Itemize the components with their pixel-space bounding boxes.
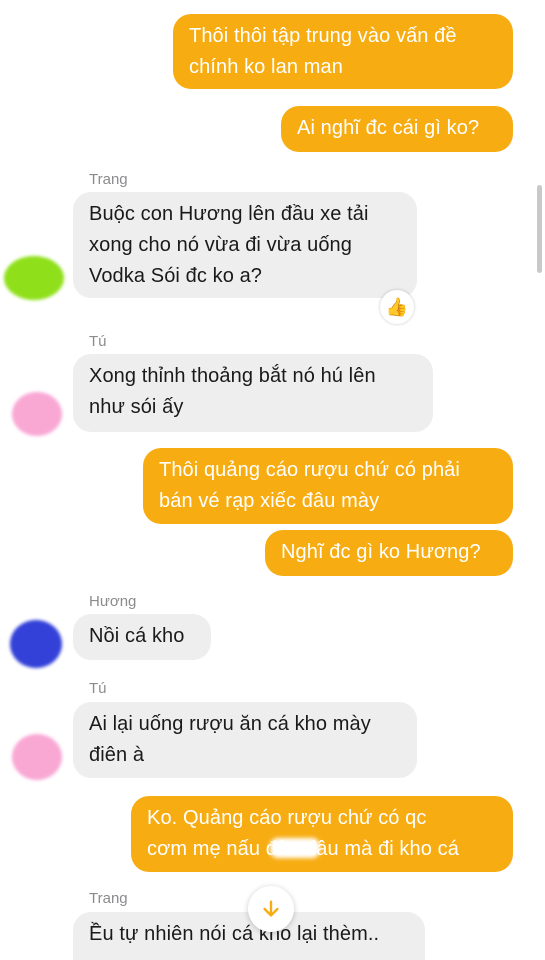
avatar[interactable] — [4, 256, 64, 300]
outgoing-message[interactable]: Nghĩ đc gì ko Hương? — [265, 530, 513, 576]
avatar[interactable] — [12, 392, 62, 436]
incoming-message[interactable]: Xong thỉnh thoảng bắt nó hú lên như sói … — [73, 354, 433, 432]
outgoing-message[interactable]: Ko. Quảng cáo rượu chứ có qc cơm mẹ nấu … — [131, 796, 513, 872]
incoming-message[interactable]: Ều tự nhiên nói cá kho lại thèm.. — [73, 912, 425, 960]
sender-name: Tú — [89, 333, 107, 350]
incoming-message[interactable]: Nồi cá kho — [73, 614, 211, 660]
arrow-down-icon — [263, 900, 279, 917]
jump-to-latest-button[interactable] — [248, 886, 294, 932]
sender-name: Trang — [89, 171, 128, 188]
outgoing-message[interactable]: Thôi quảng cáo rượu chứ có phải bán vé r… — [143, 448, 513, 524]
scrollbar[interactable] — [537, 185, 542, 273]
outgoing-message[interactable]: Thôi thôi tập trung vào vấn đề chính ko … — [173, 14, 513, 89]
thumbs-up-icon[interactable]: 👍 — [380, 290, 414, 324]
sender-name: Tú — [89, 680, 107, 697]
incoming-message[interactable]: Buộc con Hương lên đầu xe tải xong cho n… — [73, 192, 417, 298]
redaction-smudge — [270, 838, 320, 858]
avatar[interactable] — [12, 734, 62, 780]
sender-name: Trang — [89, 890, 128, 907]
chat-thread[interactable]: Thôi thôi tập trung vào vấn đề chính ko … — [0, 0, 545, 960]
incoming-message[interactable]: Ai lại uống rượu ăn cá kho mày điên à — [73, 702, 417, 778]
avatar[interactable] — [10, 620, 62, 668]
outgoing-message[interactable]: Ai nghĩ đc cái gì ko? — [281, 106, 513, 152]
sender-name: Hương — [89, 593, 137, 610]
